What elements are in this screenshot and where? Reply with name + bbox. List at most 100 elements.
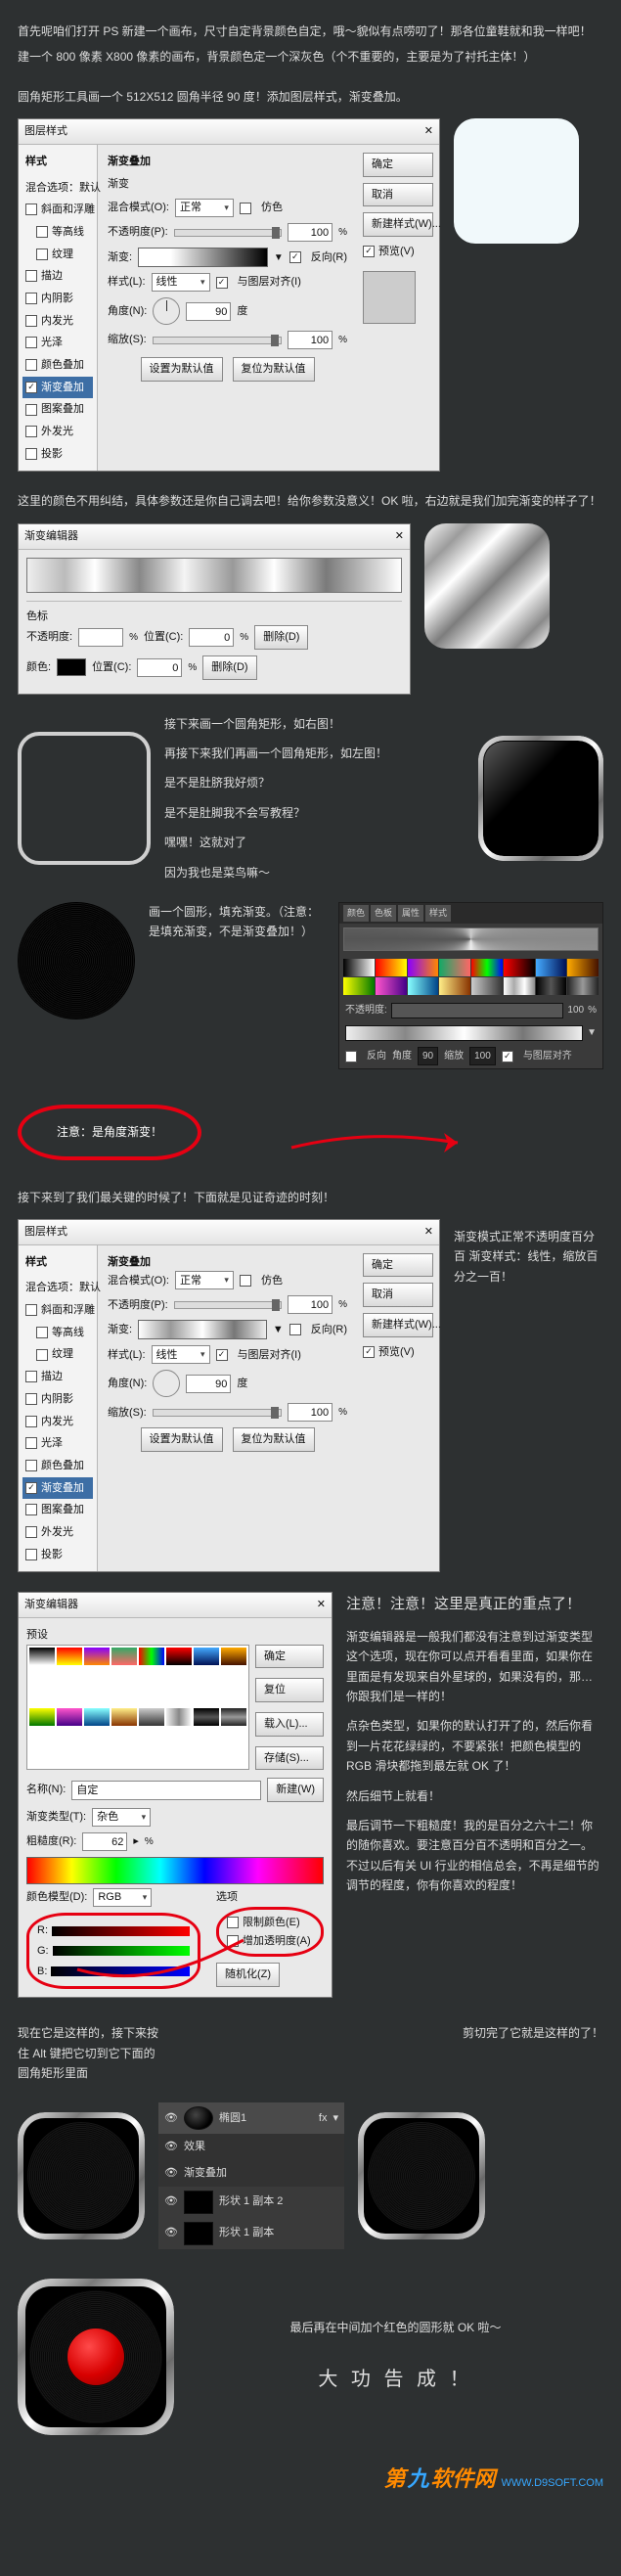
dp-opacity-value[interactable]: 100: [567, 1002, 584, 1018]
stop-pos-value-2[interactable]: 0: [137, 658, 182, 677]
gradient-bar[interactable]: [138, 248, 268, 267]
blend-dropdown[interactable]: 正常: [175, 199, 234, 217]
fx-effects[interactable]: 效果: [184, 2138, 205, 2156]
reset-default-button[interactable]: 复位为默认值: [233, 357, 315, 382]
dp-reverse-check[interactable]: [345, 1051, 357, 1062]
active-gradient[interactable]: [343, 927, 599, 951]
opacity-value[interactable]: 100: [288, 223, 333, 242]
rough-value[interactable]: 62: [82, 1832, 127, 1851]
model-dropdown[interactable]: RGB: [93, 1888, 152, 1907]
style-item[interactable]: 图案叠加: [41, 1504, 84, 1515]
layer-thumb[interactable]: [184, 2106, 213, 2130]
style-item[interactable]: 斜面和浮雕: [41, 1304, 95, 1316]
style-item[interactable]: 图案叠加: [41, 403, 84, 415]
fx-badge[interactable]: fx: [319, 2109, 328, 2128]
new-style-button[interactable]: 新建样式(W)...: [363, 1313, 433, 1337]
gradient-bar[interactable]: [138, 1320, 267, 1339]
align-check[interactable]: [216, 277, 228, 289]
close-icon[interactable]: ✕: [395, 527, 404, 546]
visibility-icon[interactable]: 👁: [164, 2192, 178, 2211]
type-dropdown[interactable]: 杂色: [92, 1808, 151, 1827]
delete-stop-button-2[interactable]: 删除(D): [202, 655, 256, 680]
style-item[interactable]: 颜色叠加: [41, 359, 84, 371]
style-default[interactable]: 混合选项：默认: [22, 177, 93, 200]
gstyle-dropdown[interactable]: 线性: [152, 273, 210, 292]
scale-slider[interactable]: [153, 337, 282, 344]
visibility-icon[interactable]: 👁: [164, 2138, 178, 2156]
angle-value[interactable]: 90: [186, 302, 231, 321]
stop-color-swatch[interactable]: [57, 658, 86, 676]
reverse-check[interactable]: [289, 251, 301, 263]
style-item[interactable]: 描边: [41, 1371, 63, 1382]
style-item[interactable]: 投影: [41, 448, 63, 460]
style-item[interactable]: 投影: [41, 1549, 63, 1560]
set-default-button[interactable]: 设置为默认值: [141, 357, 223, 382]
visibility-icon[interactable]: 👁: [164, 2164, 178, 2183]
style-item[interactable]: 描边: [41, 270, 63, 282]
ok-button[interactable]: 确定: [363, 1253, 433, 1278]
stop-opacity-value[interactable]: [78, 628, 123, 647]
style-item[interactable]: 等高线: [52, 1327, 84, 1338]
angle-dial[interactable]: [153, 1370, 180, 1397]
fx-gradient-overlay[interactable]: 渐变叠加: [184, 2164, 227, 2183]
palette-tab[interactable]: 颜色: [343, 905, 369, 922]
style-item[interactable]: 纹理: [52, 1348, 73, 1360]
close-icon[interactable]: ✕: [317, 1596, 326, 1614]
cancel-button[interactable]: 取消: [363, 1283, 433, 1307]
load-button[interactable]: 载入(L)...: [255, 1712, 324, 1737]
g-slider[interactable]: [53, 1946, 190, 1956]
palette-tab[interactable]: 样式: [425, 905, 451, 922]
stop-pos-value[interactable]: 0: [189, 628, 234, 647]
name-input[interactable]: 自定: [71, 1781, 261, 1800]
style-item[interactable]: 外发光: [41, 426, 73, 437]
alpha-check[interactable]: [227, 1935, 239, 1947]
layer-thumb[interactable]: [184, 2222, 213, 2245]
cancel-button[interactable]: 取消: [363, 183, 433, 207]
layer-name[interactable]: 形状 1 副本: [219, 2224, 274, 2242]
palette-tab[interactable]: 色板: [371, 905, 396, 922]
cancel-button[interactable]: 复位: [255, 1678, 324, 1702]
r-slider[interactable]: [52, 1926, 190, 1936]
style-item[interactable]: 光泽: [41, 337, 63, 348]
style-item-selected[interactable]: 渐变叠加: [41, 1482, 84, 1494]
save-button[interactable]: 存储(S)...: [255, 1746, 324, 1771]
preset-grid[interactable]: [26, 1645, 249, 1771]
noise-gradient-bar[interactable]: [26, 1857, 324, 1884]
style-item[interactable]: 外发光: [41, 1526, 73, 1538]
dp-angle-value[interactable]: 90: [418, 1047, 438, 1065]
delete-stop-button[interactable]: 删除(D): [254, 625, 308, 650]
b-slider[interactable]: [51, 1966, 190, 1976]
style-item[interactable]: 颜色叠加: [41, 1460, 84, 1471]
visibility-icon[interactable]: 👁: [164, 2224, 178, 2242]
randomize-button[interactable]: 随机化(Z): [216, 1963, 280, 1987]
visibility-icon[interactable]: 👁: [164, 2109, 178, 2128]
restrict-check[interactable]: [227, 1917, 239, 1928]
ok-button[interactable]: 确定: [255, 1645, 324, 1669]
close-icon[interactable]: ✕: [424, 1223, 433, 1242]
scale-value[interactable]: 100: [288, 331, 333, 349]
dp-opacity-slider[interactable]: [391, 1003, 564, 1018]
palette-tab[interactable]: 属性: [398, 905, 423, 922]
style-item[interactable]: 内发光: [41, 315, 73, 327]
new-button[interactable]: 新建(W): [267, 1778, 324, 1802]
dither-check[interactable]: [240, 203, 251, 214]
gradient-swatches[interactable]: [339, 955, 602, 999]
dp-scale-value[interactable]: 100: [469, 1047, 496, 1065]
layer-thumb[interactable]: [184, 2191, 213, 2214]
style-item[interactable]: 光泽: [41, 1437, 63, 1449]
blend-dropdown[interactable]: 正常: [175, 1271, 234, 1289]
angle-dial[interactable]: [153, 297, 180, 325]
preview-check[interactable]: [363, 246, 375, 257]
style-item[interactable]: 内阴影: [41, 1393, 73, 1405]
gradient-track[interactable]: [26, 558, 402, 593]
style-item-selected[interactable]: 渐变叠加: [41, 382, 84, 393]
style-item[interactable]: 内发光: [41, 1416, 73, 1427]
style-item[interactable]: 纹理: [52, 249, 73, 260]
dp-align-check[interactable]: [502, 1051, 513, 1062]
ok-button[interactable]: 确定: [363, 153, 433, 177]
dp-gradient-preview[interactable]: [345, 1025, 583, 1041]
new-style-button[interactable]: 新建样式(W)...: [363, 212, 433, 237]
opacity-slider[interactable]: [174, 229, 282, 237]
style-item[interactable]: 斜面和浮雕: [41, 203, 95, 215]
layer-name[interactable]: 形状 1 副本 2: [219, 2192, 283, 2211]
